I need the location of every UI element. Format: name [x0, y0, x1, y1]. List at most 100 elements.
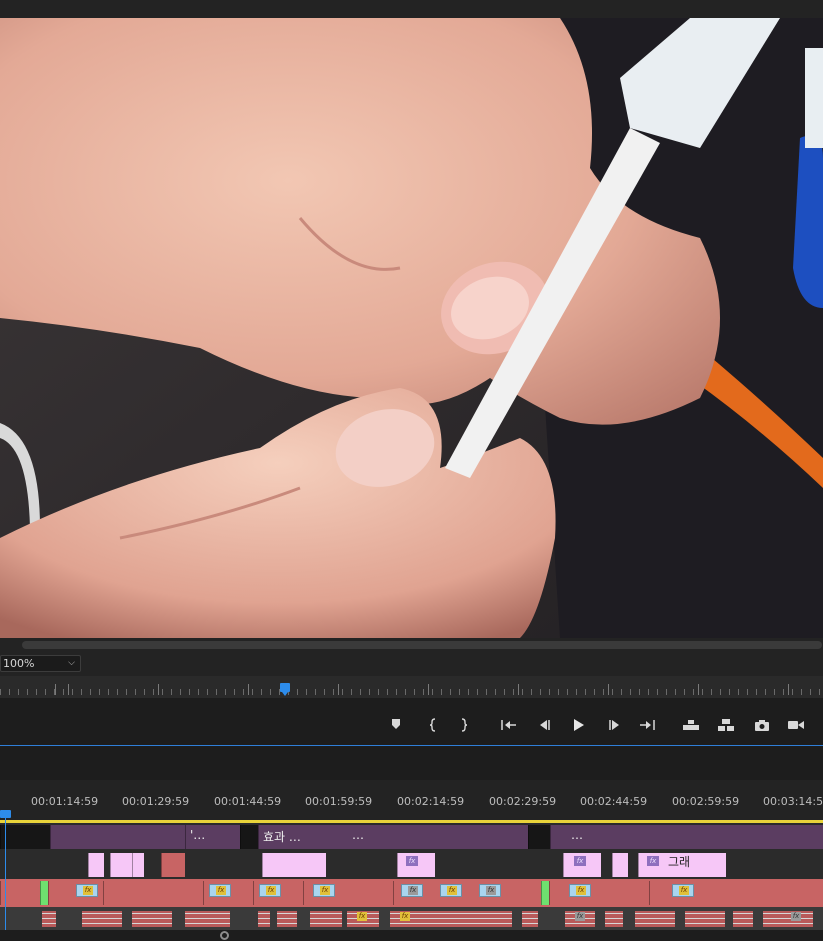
video-clip[interactable]: fx: [347, 911, 379, 927]
track-v3: fx fx fx 그래: [0, 851, 823, 879]
ruler-label: 00:01:29:59: [122, 795, 190, 808]
video-clip[interactable]: [0, 881, 40, 905]
ruler-label: 00:01:59:59: [305, 795, 373, 808]
video-clip[interactable]: [82, 911, 122, 927]
monitor-scrollbar-thumb[interactable]: [22, 641, 822, 649]
monitor-playhead[interactable]: [280, 683, 290, 696]
video-frame-image: [0, 18, 823, 638]
ruler-label: 00:01:44:59: [214, 795, 282, 808]
timeline-scroll-handle[interactable]: [220, 931, 229, 940]
fx-badge: fx: [408, 886, 418, 895]
button-editor-icon: [788, 721, 804, 729]
video-clip[interactable]: [132, 911, 172, 927]
lift-button[interactable]: [682, 718, 700, 734]
zoom-level-dropdown[interactable]: 100% ⌵: [0, 655, 81, 672]
video-clip[interactable]: [161, 853, 185, 877]
go-to-out-button[interactable]: [638, 718, 656, 734]
add-marker-button[interactable]: [387, 718, 405, 734]
mark-in-button[interactable]: [424, 718, 442, 734]
graphic-clip[interactable]: [612, 853, 628, 877]
play-icon: [574, 719, 584, 731]
monitor-zoom-row: 100% ⌵: [0, 652, 823, 676]
monitor-header: [0, 0, 823, 18]
play-button[interactable]: [569, 718, 587, 734]
video-clip[interactable]: [733, 911, 753, 927]
graphic-clip[interactable]: fx: [563, 853, 601, 877]
gap: [528, 825, 550, 849]
video-clip[interactable]: [103, 881, 203, 905]
zoom-level-value: 100%: [3, 657, 35, 670]
clip-label: …: [352, 828, 364, 842]
fx-badge-icon: fx: [479, 884, 501, 897]
go-to-in-icon: [501, 720, 516, 730]
mark-in-icon: [429, 718, 436, 732]
video-clip[interactable]: fx: [763, 911, 813, 927]
clip-label: 효과 …: [263, 830, 301, 844]
chevron-down-icon: ⌵: [68, 658, 75, 668]
fx-badge-icon: fx: [259, 884, 281, 897]
clip-label: …: [571, 828, 583, 842]
button-editor-button[interactable]: [787, 718, 805, 734]
graphic-clip[interactable]: [132, 853, 144, 877]
fx-badge: fx: [400, 912, 410, 921]
fx-badge-icon: fx: [440, 884, 462, 897]
step-back-icon: [540, 720, 550, 730]
fx-badge: fx: [575, 912, 585, 921]
video-clip[interactable]: [605, 911, 623, 927]
fx-badge: fx: [574, 856, 586, 866]
camera-icon: [755, 720, 769, 731]
title-clip[interactable]: …: [550, 825, 823, 849]
fx-badge: fx: [679, 886, 689, 895]
track-v2: fx fx fx fx fx fx fx fx fx: [0, 879, 823, 907]
video-clip[interactable]: [685, 911, 725, 927]
clip-label: '…: [190, 828, 206, 842]
ruler-label: 00:01:14:59: [31, 795, 99, 808]
title-clip[interactable]: [50, 825, 185, 849]
timeline-scrollbar[interactable]: [0, 930, 823, 941]
step-back-button[interactable]: [535, 718, 553, 734]
lift-icon: [683, 720, 699, 730]
extract-icon: [718, 719, 734, 731]
graphic-clip[interactable]: [262, 853, 326, 877]
graphic-clip[interactable]: [88, 853, 104, 877]
video-clip[interactable]: [310, 911, 342, 927]
video-clip[interactable]: [522, 911, 538, 927]
fx-badge: fx: [576, 886, 586, 895]
fx-badge-icon: fx: [672, 884, 694, 897]
timeline-playhead-line[interactable]: [5, 812, 6, 930]
title-clip[interactable]: 효과 …: [258, 825, 528, 849]
video-clip[interactable]: [185, 911, 230, 927]
go-to-out-icon: [640, 720, 655, 730]
video-clip[interactable]: fx: [390, 911, 512, 927]
video-clip[interactable]: [549, 881, 649, 905]
monitor-scrollbar[interactable]: [0, 638, 823, 652]
transition-clip[interactable]: [541, 881, 549, 905]
ruler-label: 00:02:14:59: [397, 795, 465, 808]
step-forward-icon: [609, 720, 619, 730]
go-to-in-button[interactable]: [500, 718, 518, 734]
video-clip[interactable]: [635, 911, 675, 927]
transition-clip[interactable]: [40, 881, 48, 905]
fx-badge-icon: fx: [401, 884, 423, 897]
program-monitor-video[interactable]: [0, 18, 823, 638]
fx-badge-icon: fx: [573, 911, 589, 923]
video-clip[interactable]: [42, 911, 56, 927]
mark-out-button[interactable]: [455, 718, 473, 734]
graphic-clip[interactable]: fx: [397, 853, 435, 877]
step-forward-button[interactable]: [606, 718, 624, 734]
marker-icon: [392, 719, 400, 729]
video-clip[interactable]: [277, 911, 297, 927]
timeline-ruler[interactable]: 00:01:14:59 00:01:29:59 00:01:44:59 00:0…: [0, 780, 823, 822]
video-clip[interactable]: [258, 911, 270, 927]
fx-badge-icon: fx: [398, 911, 414, 923]
graphic-clip[interactable]: fx 그래: [638, 853, 726, 877]
monitor-time-ruler[interactable]: [0, 676, 823, 698]
track-v4: '… 효과 … … …: [0, 823, 823, 851]
fx-badge-icon: fx: [209, 884, 231, 897]
timeline-playhead[interactable]: [0, 810, 11, 818]
graphic-clip[interactable]: [110, 853, 132, 877]
export-frame-button[interactable]: [753, 718, 771, 734]
extract-button[interactable]: [717, 718, 735, 734]
title-clip[interactable]: '…: [185, 825, 240, 849]
video-clip[interactable]: fx: [565, 911, 595, 927]
